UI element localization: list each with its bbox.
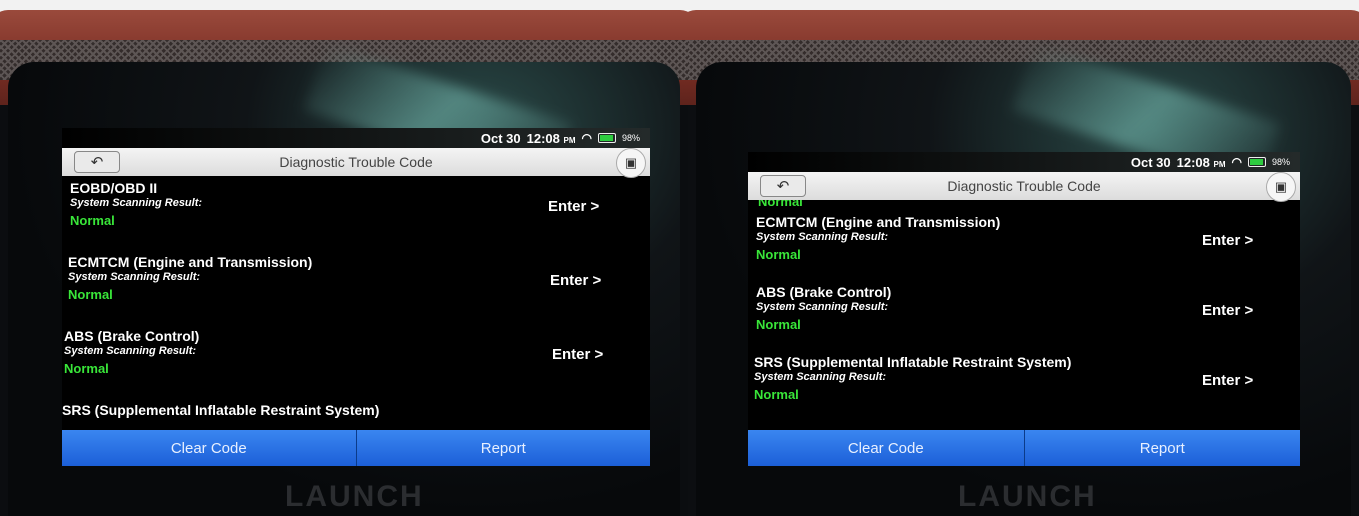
- status-text: Normal: [756, 317, 801, 332]
- screenshot-button[interactable]: ▣: [1266, 172, 1296, 202]
- enter-button[interactable]: Enter >: [550, 272, 601, 289]
- bottom-bar: Clear Code Report: [748, 430, 1300, 466]
- system-list: Normal ECMTCM (Engine and Transmission) …: [748, 200, 1300, 432]
- system-name: ABS (Brake Control): [756, 284, 892, 300]
- battery-level: 98%: [1271, 157, 1290, 167]
- bottom-bar: Clear Code Report: [62, 430, 650, 466]
- enter-button[interactable]: Enter >: [1202, 302, 1253, 319]
- status-text: Normal: [70, 213, 115, 228]
- report-button[interactable]: Report: [355, 430, 650, 466]
- device-screen: Oct 30 12:08 PM ◠ 98% ↶ Diagnostic Troub…: [748, 152, 1300, 466]
- status-date: Oct 30: [1130, 154, 1171, 170]
- system-name: ECMTCM (Engine and Transmission): [68, 254, 313, 270]
- enter-button[interactable]: Enter >: [552, 346, 603, 363]
- wifi-icon: ◠: [1231, 155, 1242, 169]
- page-title: Diagnostic Trouble Code: [947, 178, 1101, 194]
- enter-button[interactable]: Enter >: [1202, 232, 1253, 249]
- system-name: SRS (Supplemental Inflatable Restraint S…: [62, 402, 380, 418]
- page-title: Diagnostic Trouble Code: [279, 154, 433, 170]
- back-arrow-icon: ↶: [90, 154, 104, 171]
- enter-button[interactable]: Enter >: [548, 198, 599, 215]
- system-name: SRS (Supplemental Inflatable Restraint S…: [754, 354, 1072, 370]
- camera-icon: ▣: [1274, 179, 1288, 194]
- title-bar: ↶ Diagnostic Trouble Code ▣: [62, 148, 650, 178]
- title-bar: ↶ Diagnostic Trouble Code ▣: [748, 172, 1300, 202]
- battery-icon: [597, 133, 616, 143]
- system-name: ECMTCM (Engine and Transmission): [756, 214, 1001, 230]
- system-name: EOBD/OBD II: [70, 180, 158, 196]
- wifi-icon: ◠: [581, 131, 592, 145]
- battery-icon: [1247, 157, 1266, 167]
- status-text: Normal: [758, 200, 803, 209]
- screenshot-button[interactable]: ▣: [616, 148, 646, 178]
- status-text: Normal: [64, 361, 109, 376]
- camera-icon: ▣: [624, 155, 638, 170]
- clear-code-button[interactable]: Clear Code: [748, 430, 1024, 466]
- system-list: EOBD/OBD II System Scanning Result: Norm…: [62, 176, 650, 432]
- device-screen: Oct 30 12:08 PM ◠ 98% ↶ Diagnostic Troub…: [62, 128, 650, 466]
- status-text: Normal: [754, 387, 799, 402]
- enter-button[interactable]: Enter >: [1202, 372, 1253, 389]
- right-photo: LAUNCH Oct 30 12:08 PM ◠ 98% ↶ Diagnosti…: [688, 0, 1359, 516]
- back-arrow-icon: ↶: [776, 178, 790, 195]
- status-text: Normal: [68, 287, 113, 302]
- status-time: 12:08 PM: [1176, 154, 1226, 170]
- status-text: Normal: [756, 247, 801, 262]
- left-photo: LAUNCH Oct 30 12:08 PM ◠ 98% ↶ Diagnosti…: [0, 0, 688, 516]
- status-bar: Oct 30 12:08 PM ◠ 98%: [62, 128, 650, 148]
- battery-level: 98%: [621, 133, 640, 143]
- brand-logo: LAUNCH: [958, 480, 1097, 513]
- brand-logo: LAUNCH: [285, 480, 424, 513]
- back-button[interactable]: ↶: [760, 175, 806, 197]
- report-button[interactable]: Report: [1023, 430, 1300, 466]
- status-time: 12:08 PM: [526, 130, 576, 146]
- status-date: Oct 30: [480, 130, 521, 146]
- status-bar: Oct 30 12:08 PM ◠ 98%: [748, 152, 1300, 172]
- back-button[interactable]: ↶: [74, 151, 120, 173]
- system-name: ABS (Brake Control): [64, 328, 200, 344]
- clear-code-button[interactable]: Clear Code: [62, 430, 356, 466]
